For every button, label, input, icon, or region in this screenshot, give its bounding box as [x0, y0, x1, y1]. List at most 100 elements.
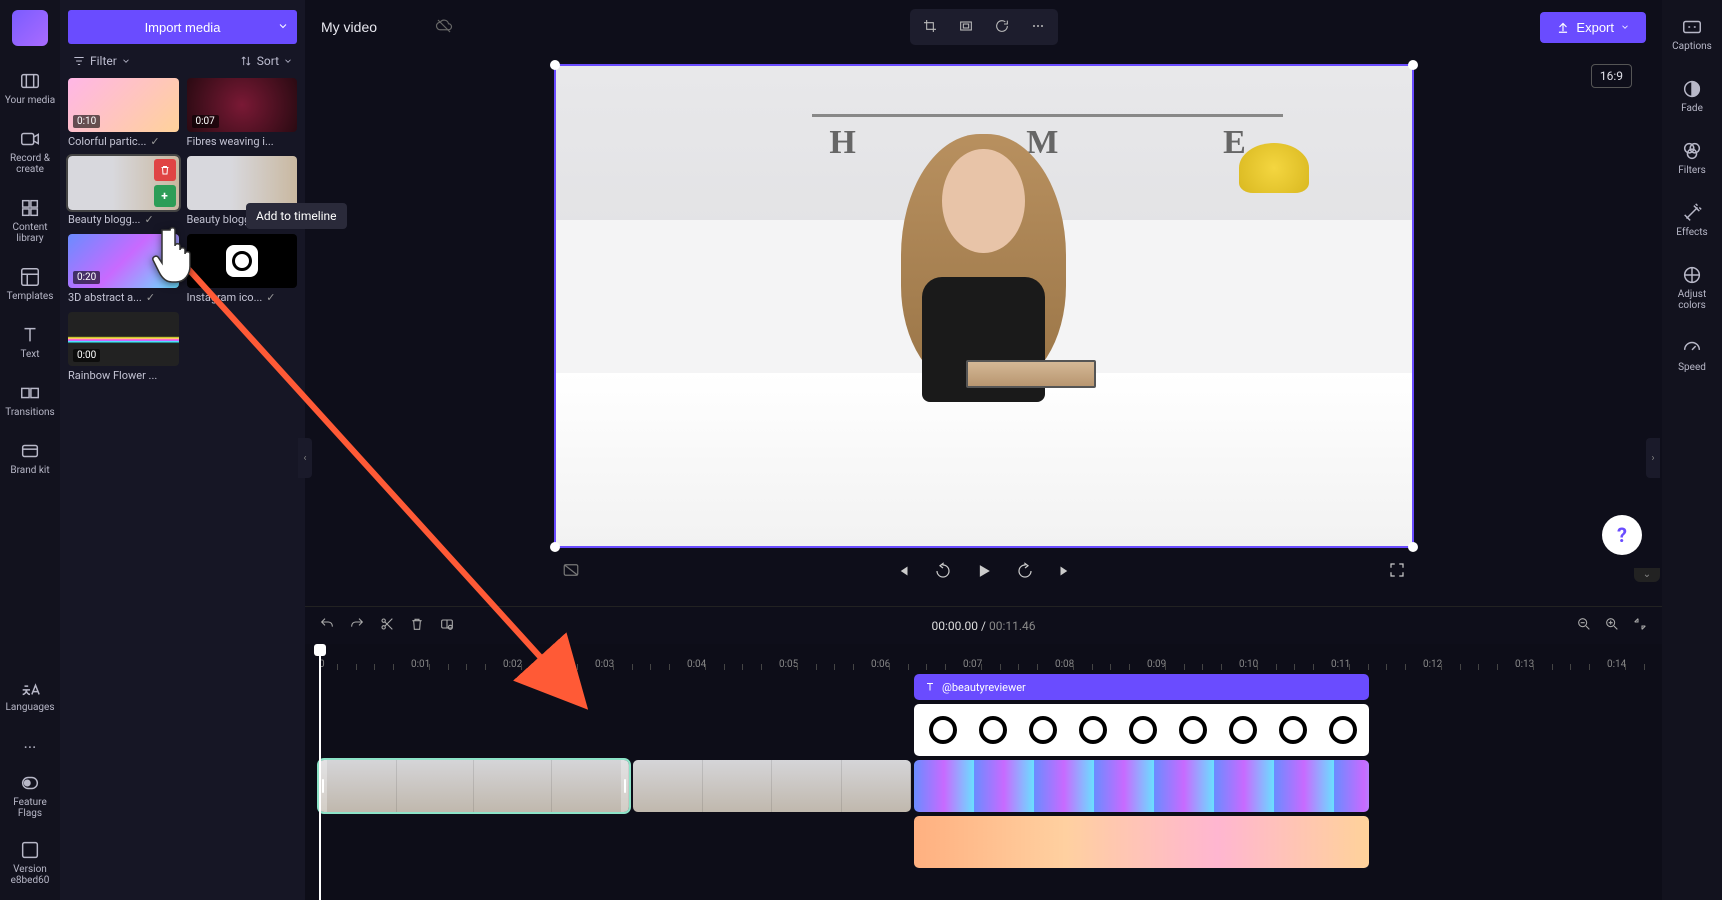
- left-nav-rail: Your media Record & create Content libra…: [0, 0, 60, 900]
- export-button[interactable]: Export: [1540, 12, 1646, 43]
- media-label: Fibres weaving i...: [187, 135, 274, 148]
- video-clip-selected[interactable]: [319, 760, 629, 812]
- fullscreen-button[interactable]: [1388, 561, 1406, 582]
- pip-button[interactable]: [562, 561, 580, 582]
- resize-handle[interactable]: [1408, 60, 1418, 70]
- resize-handle[interactable]: [1408, 542, 1418, 552]
- collapse-media-panel[interactable]: ‹: [298, 438, 312, 478]
- help-button[interactable]: ?: [1602, 515, 1642, 555]
- add-to-timeline-icon[interactable]: +: [154, 185, 176, 207]
- undo-button[interactable]: [319, 616, 335, 635]
- media-thumbnail: 0:00: [68, 312, 179, 366]
- video-track[interactable]: [319, 760, 1648, 812]
- sort-button[interactable]: Sort: [239, 54, 293, 68]
- redo-button[interactable]: [349, 616, 365, 635]
- player-controls: [894, 561, 1074, 584]
- project-title-input[interactable]: [321, 19, 421, 35]
- collapse-toggle[interactable]: ⌄: [1634, 568, 1660, 582]
- nav-languages[interactable]: Languages: [3, 671, 57, 719]
- playhead[interactable]: [319, 644, 321, 900]
- nav-content-library[interactable]: Content library: [3, 191, 57, 250]
- text-clip[interactable]: @beautyreviewer: [914, 674, 1369, 700]
- prop-label: Adjust colors: [1665, 289, 1719, 311]
- media-label: Beauty blogg...: [68, 213, 140, 226]
- clip-handle[interactable]: [621, 760, 629, 812]
- bg-clip[interactable]: [914, 816, 1369, 868]
- nav-your-media[interactable]: Your media: [3, 64, 57, 112]
- prop-adjust-colors[interactable]: Adjust colors: [1665, 258, 1719, 317]
- nav-label: Content library: [3, 222, 57, 244]
- delete-media-icon[interactable]: [154, 159, 176, 181]
- video-preview[interactable]: HME: [554, 64, 1414, 548]
- crop-button[interactable]: [914, 13, 946, 41]
- chevron-down-icon: [121, 56, 131, 66]
- prop-speed[interactable]: Speed: [1665, 331, 1719, 379]
- fit-button[interactable]: [950, 13, 982, 41]
- upload-icon: [1556, 20, 1570, 34]
- nav-transitions[interactable]: Transitions: [3, 376, 57, 424]
- nav-brand-kit[interactable]: Brand kit: [3, 434, 57, 482]
- prop-captions[interactable]: Captions: [1665, 10, 1719, 58]
- aspect-ratio-button[interactable]: 16:9: [1591, 64, 1632, 88]
- nav-version[interactable]: Version e8bed60: [3, 833, 57, 892]
- zoom-in-button[interactable]: [1604, 616, 1620, 635]
- rotate-button[interactable]: [986, 13, 1018, 41]
- chevron-down-icon: [283, 56, 293, 66]
- media-item[interactable]: 0:07 Fibres weaving i...: [187, 78, 298, 148]
- resize-handle[interactable]: [550, 60, 560, 70]
- nav-more[interactable]: ...: [3, 727, 57, 758]
- media-item[interactable]: Instagram ico...✓: [187, 234, 298, 304]
- fit-timeline-button[interactable]: [1632, 616, 1648, 635]
- split-button[interactable]: [439, 616, 455, 635]
- nav-feature-flags[interactable]: Feature Flags: [3, 766, 57, 825]
- ruler-tick: 0:12: [1423, 659, 1442, 670]
- help-icon: ?: [1617, 523, 1627, 547]
- nav-label: Templates: [7, 291, 54, 302]
- check-icon: ✓: [150, 135, 159, 148]
- play-button[interactable]: [974, 561, 994, 584]
- nav-label: Brand kit: [10, 465, 49, 476]
- media-item[interactable]: 0:20 3D abstract a...✓: [68, 234, 179, 304]
- delete-button[interactable]: [409, 616, 425, 635]
- import-media-button[interactable]: Import media: [68, 10, 297, 44]
- bg-track[interactable]: [319, 816, 1648, 868]
- time-ruler[interactable]: 00:010:020:030:040:050:060:070:080:090:1…: [319, 644, 1648, 670]
- media-item[interactable]: 0:10 Colorful partic...✓: [68, 78, 179, 148]
- media-thumbnail: 0:07: [187, 78, 298, 132]
- top-bar: Export: [305, 0, 1662, 54]
- prop-effects[interactable]: Effects: [1665, 196, 1719, 244]
- filter-icon: [72, 54, 86, 68]
- nav-templates[interactable]: Templates: [3, 260, 57, 308]
- cut-button[interactable]: [379, 616, 395, 635]
- sort-icon: [239, 54, 253, 68]
- prev-frame-button[interactable]: [894, 562, 912, 583]
- prop-filters[interactable]: Filters: [1665, 134, 1719, 182]
- nav-record-create[interactable]: Record & create: [3, 122, 57, 181]
- chevron-down-icon: [1620, 22, 1630, 32]
- next-frame-button[interactable]: [1056, 562, 1074, 583]
- media-thumbnail: [187, 234, 298, 288]
- prop-fade[interactable]: Fade: [1665, 72, 1719, 120]
- collapse-props-panel[interactable]: ›: [1646, 438, 1660, 478]
- duration-badge: 0:20: [73, 271, 100, 284]
- nav-text[interactable]: Text: [3, 318, 57, 366]
- resize-handle[interactable]: [550, 542, 560, 552]
- import-label: Import media: [145, 20, 221, 35]
- video-clip[interactable]: [633, 760, 911, 812]
- timeline[interactable]: 00:010:020:030:040:050:060:070:080:090:1…: [305, 644, 1662, 900]
- more-button[interactable]: [1022, 13, 1054, 41]
- prop-label: Effects: [1676, 227, 1707, 238]
- filter-button[interactable]: Filter: [72, 54, 131, 68]
- rewind-button[interactable]: [934, 562, 952, 583]
- ruler-tick: 0:02: [503, 659, 522, 670]
- zoom-out-button[interactable]: [1576, 616, 1592, 635]
- icon-clip[interactable]: [914, 704, 1369, 756]
- ruler-tick: 0:14: [1607, 659, 1626, 670]
- forward-button[interactable]: [1016, 562, 1034, 583]
- overlay-track[interactable]: [319, 704, 1648, 756]
- media-item[interactable]: + Beauty blogg...✓: [68, 156, 179, 226]
- nav-label: Languages: [6, 702, 55, 713]
- abstract-clip[interactable]: [914, 760, 1369, 812]
- media-item[interactable]: 0:00 Rainbow Flower ...: [68, 312, 179, 382]
- text-track[interactable]: @beautyreviewer: [319, 674, 1648, 700]
